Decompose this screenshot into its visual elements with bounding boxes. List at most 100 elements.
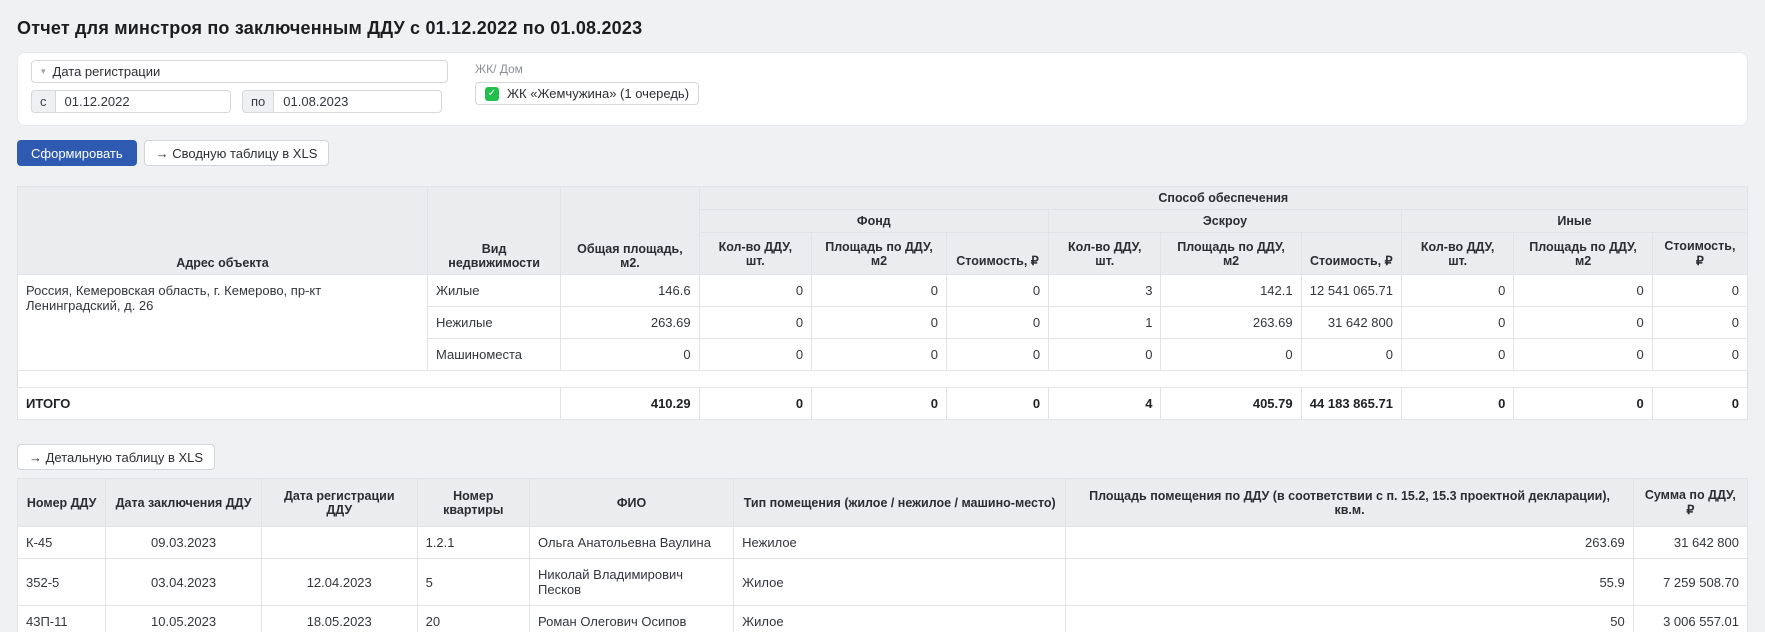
property-type: Жилые	[428, 275, 561, 307]
ddu-number: 352-5	[18, 559, 106, 606]
fond-count: 0	[699, 307, 811, 339]
fond-area: 0	[812, 307, 947, 339]
ddu-number: К-45	[18, 527, 106, 559]
date-from-input[interactable]: 01.12.2022	[56, 91, 139, 112]
fio: Ольга Анатольевна Ваулина	[530, 527, 734, 559]
col-header-fond-area: Площадь по ДДУ, м2	[812, 233, 947, 275]
detail-xls-button[interactable]: → Детальную таблицу в XLS	[17, 444, 215, 470]
total-area-sum: 410.29	[561, 388, 699, 420]
escrow-count: 1	[1049, 307, 1161, 339]
escrow-count: 0	[1049, 339, 1161, 371]
summary-header-row-groups: Адрес объекта Вид недвижимости Общая пло…	[18, 187, 1748, 210]
col-header-premise-type: Тип помещения (жилое / нежилое / машино-…	[734, 479, 1066, 527]
table-row: К-45 09.03.2023 1.2.1 Ольга Анатольевна …	[18, 527, 1748, 559]
escrow-area: 263.69	[1161, 307, 1301, 339]
other-cost: 0	[1652, 307, 1747, 339]
ddu-sum: 31 642 800	[1633, 527, 1747, 559]
date-from-group: с 01.12.2022	[31, 90, 231, 113]
apartment-number: 5	[417, 559, 529, 606]
ddu-sum: 3 006 557.01	[1633, 606, 1747, 632]
col-group-other: Иные	[1401, 210, 1747, 233]
other-count-sum: 0	[1401, 388, 1513, 420]
registration-date: 18.05.2023	[261, 606, 417, 632]
escrow-count: 3	[1049, 275, 1161, 307]
conclusion-date: 09.03.2023	[106, 527, 262, 559]
date-to-prefix: по	[243, 91, 274, 112]
toolbar: Сформировать → Сводную таблицу в XLS	[17, 140, 1748, 166]
col-group-escrow: Эскроу	[1049, 210, 1402, 233]
fond-count: 0	[699, 275, 811, 307]
apartment-number: 1.2.1	[417, 527, 529, 559]
escrow-cost: 0	[1301, 339, 1401, 371]
col-header-other-area: Площадь по ДДУ, м2	[1514, 233, 1652, 275]
complex-option-label: ЖК «Жемчужина» (1 очередь)	[507, 86, 689, 101]
date-to-group: по 01.08.2023	[242, 90, 442, 113]
premise-type: Жилое	[734, 559, 1066, 606]
col-header-registration-date: Дата регистрации ДДУ	[261, 479, 417, 527]
filter-panel: ▾ Дата регистрации с 01.12.2022 по 01.08…	[17, 52, 1748, 126]
date-type-value: Дата регистрации	[53, 64, 161, 79]
date-type-select[interactable]: ▾ Дата регистрации	[31, 60, 448, 83]
other-area-sum: 0	[1514, 388, 1652, 420]
date-from-prefix: с	[32, 91, 56, 112]
other-area: 0	[1514, 339, 1652, 371]
generate-button[interactable]: Сформировать	[17, 140, 137, 166]
other-area: 0	[1514, 307, 1652, 339]
other-cost: 0	[1652, 275, 1747, 307]
col-header-fond-cost: Стоимость, ₽	[946, 233, 1048, 275]
col-header-other-cost: Стоимость, ₽	[1652, 233, 1747, 275]
col-header-fond-count: Кол-во ДДУ, шт.	[699, 233, 811, 275]
total-area-value: 0	[561, 339, 699, 371]
checkbox-checked-icon[interactable]: ✓	[485, 87, 499, 101]
col-group-fond: Фонд	[699, 210, 1048, 233]
ddu-number: 43П-11	[18, 606, 106, 632]
property-type: Нежилые	[428, 307, 561, 339]
premise-type: Нежилое	[734, 527, 1066, 559]
registration-date	[261, 527, 417, 559]
escrow-cost: 12 541 065.71	[1301, 275, 1401, 307]
fond-area-sum: 0	[812, 388, 947, 420]
col-header-property-type: Вид недвижимости	[428, 187, 561, 275]
conclusion-date: 03.04.2023	[106, 559, 262, 606]
escrow-area: 0	[1161, 339, 1301, 371]
date-filter-group: ▾ Дата регистрации с 01.12.2022 по 01.08…	[31, 60, 449, 118]
col-header-ddu-number: Номер ДДУ	[18, 479, 106, 527]
summary-total-label: ИТОГО	[18, 388, 561, 420]
fond-cost-sum: 0	[946, 388, 1048, 420]
page-title: Отчет для минстроя по заключенным ДДУ с …	[17, 18, 1748, 39]
table-row: 43П-11 10.05.2023 18.05.2023 20 Роман Ол…	[18, 606, 1748, 632]
fond-area: 0	[812, 275, 947, 307]
total-area-value: 263.69	[561, 307, 699, 339]
col-header-fio: ФИО	[530, 479, 734, 527]
col-header-total-area: Общая площадь, м2.	[561, 187, 699, 275]
col-header-escrow-count: Кол-во ДДУ, шт.	[1049, 233, 1161, 275]
col-header-escrow-cost: Стоимость, ₽	[1301, 233, 1401, 275]
detail-table: Номер ДДУ Дата заключения ДДУ Дата регис…	[17, 478, 1748, 632]
premise-area: 50	[1066, 606, 1633, 632]
premise-area: 263.69	[1066, 527, 1633, 559]
table-row: Россия, Кемеровская область, г. Кемерово…	[18, 275, 1748, 307]
other-count: 0	[1401, 339, 1513, 371]
complex-checkbox-field[interactable]: ✓ ЖК «Жемчужина» (1 очередь)	[475, 82, 699, 105]
other-count: 0	[1401, 275, 1513, 307]
conclusion-date: 10.05.2023	[106, 606, 262, 632]
col-header-escrow-area: Площадь по ДДУ, м2	[1161, 233, 1301, 275]
fond-cost: 0	[946, 339, 1048, 371]
date-to-input[interactable]: 01.08.2023	[274, 91, 357, 112]
other-cost-sum: 0	[1652, 388, 1747, 420]
escrow-area-sum: 405.79	[1161, 388, 1301, 420]
premise-area: 55.9	[1066, 559, 1633, 606]
fond-count: 0	[699, 339, 811, 371]
other-count: 0	[1401, 307, 1513, 339]
col-header-conclusion-date: Дата заключения ДДУ	[106, 479, 262, 527]
complex-filter-group: ЖК/ Дом ✓ ЖК «Жемчужина» (1 очередь)	[475, 60, 699, 118]
escrow-area: 142.1	[1161, 275, 1301, 307]
escrow-count-sum: 4	[1049, 388, 1161, 420]
total-area-value: 146.6	[561, 275, 699, 307]
apartment-number: 20	[417, 606, 529, 632]
detail-toolbar: → Детальную таблицу в XLS	[17, 444, 1748, 470]
fond-area: 0	[812, 339, 947, 371]
col-header-ddu-sum: Сумма по ДДУ, ₽	[1633, 479, 1747, 527]
ddu-sum: 7 259 508.70	[1633, 559, 1747, 606]
summary-xls-button[interactable]: → Сводную таблицу в XLS	[144, 140, 330, 166]
